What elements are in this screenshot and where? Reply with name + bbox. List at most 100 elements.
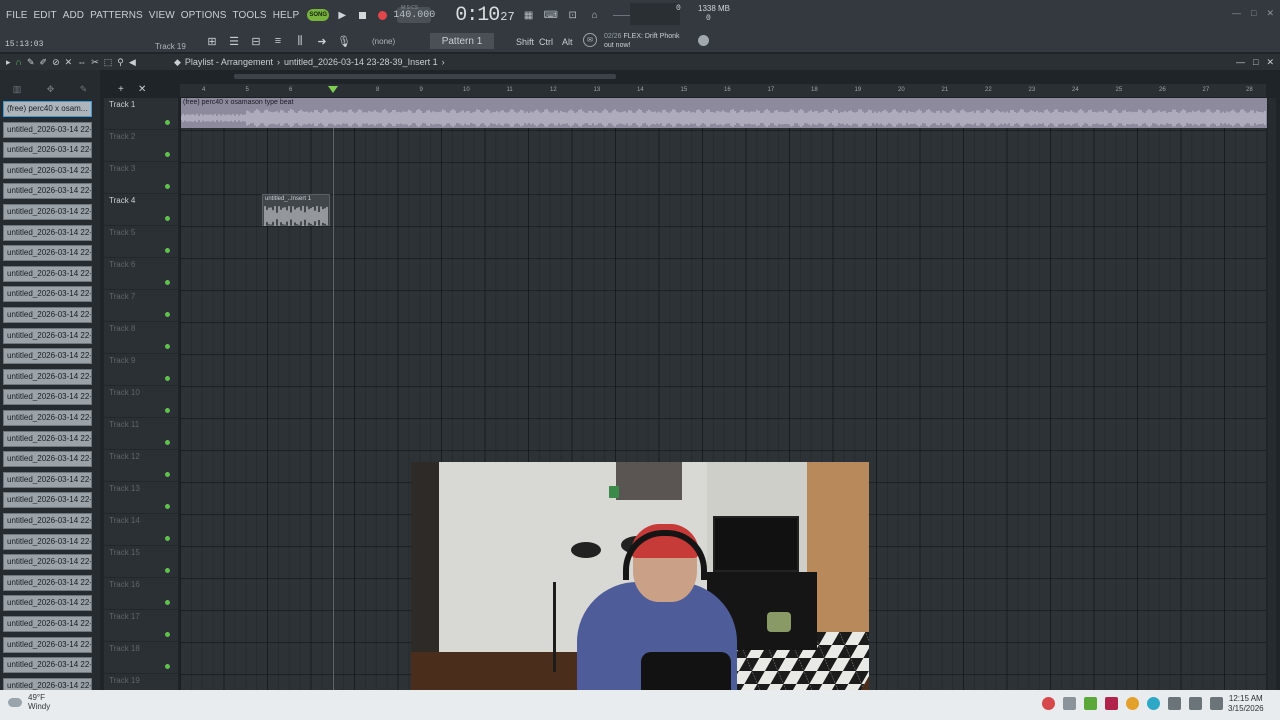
picker-clip-item[interactable]: untitled_2026-03-14 22-... (3, 533, 92, 550)
microphone-icon[interactable]: 🎙 (336, 33, 352, 49)
audio-clip-insert[interactable]: untitled_..Insert 1 (262, 194, 330, 226)
track-header[interactable]: Track 19 (104, 674, 178, 690)
typing-keyboard-icon[interactable]: ▦ (521, 8, 537, 22)
alt-modifier[interactable]: Alt (562, 37, 573, 47)
track-header[interactable]: Track 8 (104, 322, 178, 354)
close-track-icon[interactable]: ✕ (138, 84, 146, 95)
picker-clip-item[interactable]: untitled_2026-03-14 22-... (3, 204, 92, 220)
mute-tool-icon[interactable]: ✕ (65, 57, 73, 68)
track-mute-led-icon[interactable] (165, 600, 170, 605)
picker-clip-item[interactable]: untitled_2026-03-14 22-... (3, 595, 92, 612)
playlist-view-icon[interactable]: ⊞ (204, 33, 220, 49)
slip-tool-icon[interactable]: ⇔ (77, 57, 86, 67)
track-header[interactable]: Track 16 (104, 578, 178, 610)
maximize-icon[interactable]: □ (1251, 8, 1256, 19)
app2-tray-icon[interactable] (1105, 697, 1118, 710)
track-header[interactable]: Track 12 (104, 450, 178, 482)
song-position-display[interactable]: 0:10 27 (455, 4, 514, 27)
picker-clip-item[interactable]: untitled_2026-03-14 22-... (3, 121, 92, 138)
piano-roll-view-icon[interactable]: ☰ (226, 33, 242, 49)
picker-clip-item[interactable]: untitled_2026-03-14 22-... (3, 389, 92, 406)
track-header[interactable]: Track 14 (104, 514, 178, 546)
picker-move-icon[interactable]: ✥ (47, 84, 55, 95)
globe-icon[interactable] (698, 35, 709, 46)
audio-clip-beat[interactable]: (free) perc40 x osamason type beat (181, 98, 1267, 128)
chrome-tray-icon[interactable] (1126, 697, 1139, 710)
picker-edit-icon[interactable]: ✎ (80, 84, 88, 95)
menu-tools[interactable]: TOOLS (232, 10, 266, 21)
delete-tool-icon[interactable]: ⊘ (52, 57, 60, 68)
track-mute-led-icon[interactable] (165, 344, 170, 349)
picker-clip-item[interactable]: untitled_2026-03-14 22-... (3, 224, 92, 241)
arrow-icon[interactable]: ➜ (314, 33, 330, 49)
zoom-tool-icon[interactable]: ⚲ (117, 57, 124, 68)
track-header[interactable]: Track 4 (104, 194, 178, 226)
minimize-icon[interactable]: — (1236, 57, 1245, 68)
snap-magnet-icon[interactable]: ∩ (16, 57, 22, 67)
picker-clip-item[interactable]: untitled_2026-03-14 22-... (3, 471, 92, 488)
menu-view[interactable]: VIEW (149, 10, 175, 21)
close-icon[interactable]: ✕ (1266, 8, 1274, 19)
picker-clip-item[interactable]: untitled_2026-03-14 22-... (3, 162, 92, 179)
track-mute-led-icon[interactable] (165, 184, 170, 189)
picker-clip-item[interactable]: untitled_2026-03-14 22-... (3, 265, 92, 282)
maximize-icon[interactable]: □ (1253, 57, 1258, 68)
picker-clip-item[interactable]: untitled_2026-03-14 22-... (3, 492, 92, 509)
track-mute-led-icon[interactable] (165, 536, 170, 541)
track-header[interactable]: Track 1 (104, 98, 178, 130)
app-tray-icon[interactable] (1042, 697, 1055, 710)
track-mute-led-icon[interactable] (165, 440, 170, 445)
picker-clip-item[interactable]: untitled_2026-03-14 22-... (3, 348, 92, 365)
picker-clip-item[interactable]: untitled_2026-03-14 22-... (3, 513, 92, 529)
picker-clip-item[interactable]: untitled_2026-03-14 22-... (3, 554, 92, 571)
track-mute-led-icon[interactable] (165, 568, 170, 573)
add-track-icon[interactable]: + (118, 84, 124, 95)
picker-clip-item[interactable]: untitled_2026-03-14 22-... (3, 451, 92, 468)
close-icon[interactable]: ✕ (1266, 57, 1274, 68)
track-mute-led-icon[interactable] (165, 248, 170, 253)
draw-tool-icon[interactable]: ✎ (27, 57, 35, 68)
track-header[interactable]: Track 15 (104, 546, 178, 578)
news-icon[interactable]: ✉ (583, 33, 597, 47)
select-tool-icon[interactable]: ⬚ (104, 57, 113, 68)
picker-clip-item[interactable]: untitled_2026-03-14 22-... (3, 286, 92, 303)
menu-file[interactable]: FILE (6, 10, 28, 21)
mixer-view-icon[interactable]: ≡ (270, 33, 286, 49)
stop-button[interactable] (355, 8, 369, 22)
track-mute-led-icon[interactable] (165, 632, 170, 637)
vertical-scrollbar[interactable] (1268, 98, 1276, 690)
ctrl-modifier[interactable]: Ctrl (539, 37, 553, 47)
track-header[interactable]: Track 9 (104, 354, 178, 386)
picker-clip-item[interactable]: untitled_2026-03-14 22-... (3, 430, 92, 447)
track-header[interactable]: Track 17 (104, 610, 178, 642)
minimize-icon[interactable]: — (1232, 8, 1241, 19)
track-header[interactable]: Track 7 (104, 290, 178, 322)
menu-help[interactable]: HELP (273, 10, 300, 21)
breadcrumb-arrows-icon[interactable]: ◆ (174, 57, 181, 68)
track-header[interactable]: Track 10 (104, 386, 178, 418)
song-mode-toggle[interactable]: SONG (307, 9, 330, 21)
menu-patterns[interactable]: PATTERNS (90, 10, 143, 21)
channel-rack-view-icon[interactable]: ⊟ (248, 33, 264, 49)
track-mute-led-icon[interactable] (165, 152, 170, 157)
playback-tool-icon[interactable]: ◀ (129, 57, 136, 68)
horizontal-scrollbar[interactable] (234, 74, 616, 79)
menu-arrow-icon[interactable]: ▸ (6, 57, 11, 68)
track-mute-led-icon[interactable] (165, 408, 170, 413)
volume-icon[interactable] (1210, 697, 1223, 710)
track-mute-led-icon[interactable] (165, 664, 170, 669)
menu-edit[interactable]: EDIT (34, 10, 57, 21)
track-mute-led-icon[interactable] (165, 312, 170, 317)
track-mute-led-icon[interactable] (165, 120, 170, 125)
track-header[interactable]: Track 11 (104, 418, 178, 450)
picker-clip-item[interactable]: untitled_2026-03-14 22-... (3, 657, 92, 674)
plugin-picker-icon[interactable]: ⫼ (292, 33, 308, 49)
picker-clip-item[interactable]: untitled_2026-03-14 22-... (3, 183, 92, 200)
recording-source-label[interactable]: (none) (372, 37, 395, 46)
shift-modifier[interactable]: Shift (516, 37, 534, 47)
track-header[interactable]: Track 13 (104, 482, 178, 514)
wifi-icon[interactable] (1189, 697, 1202, 710)
track-header[interactable]: Track 18 (104, 642, 178, 674)
timeline-ruler[interactable]: 4 5 6 7 8 9 10 11 12 13 14 15 16 17 18 19 20 21 22 23 24 25 26… (180, 84, 1266, 98)
track-mute-led-icon[interactable] (165, 504, 170, 509)
